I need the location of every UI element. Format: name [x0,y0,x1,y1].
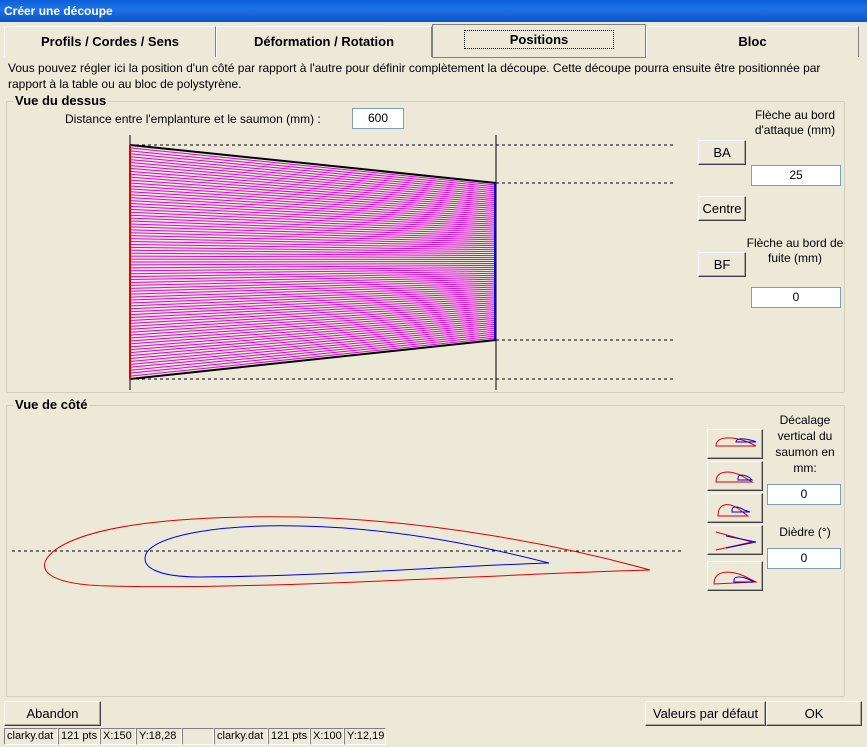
hatch-line [129,229,497,241]
centre-button[interactable]: Centre [698,196,746,221]
side-view-title: Vue de côté [13,397,90,412]
cancel-button[interactable]: Abandon [4,701,101,726]
align-chord-icon[interactable] [707,525,763,555]
align-leading-edge-icon[interactable] [707,429,763,459]
leading-edge-label: Flèche au bord d'attaque (mm) [754,108,836,137]
ok-button[interactable]: OK [766,701,862,726]
dihedral-input[interactable]: 0 [767,548,841,569]
align-trailing-edge-icon[interactable] [707,461,763,491]
hatch-line [129,261,497,263]
align-bottom-icon[interactable] [707,561,763,591]
status-right-file: clarky.dat [214,728,268,745]
status-left-file: clarky.dat [4,728,58,745]
status-right-pts: 121 pts [268,728,310,745]
hatch-line [129,327,497,362]
status-left-y: Y:18,28 [136,728,182,745]
hatch-line [129,335,497,374]
hatch-line [129,337,497,377]
status-right-y: Y:12,19 [344,728,386,745]
hatch-line [129,312,497,339]
wing-hatch [129,144,497,380]
dihedral-label: Dièdre (°) [779,525,831,539]
offset-label: Décalage vertical du saumon en mm: [775,413,835,475]
status-bar: clarky.dat 121 pts X:150 Y:18,28 clarky.… [0,727,867,747]
hatch-line [129,280,497,292]
bf-button[interactable]: BF [698,252,746,277]
status-right-x: X:100 [310,728,344,745]
hatch-line [129,147,497,186]
trailing-edge-input[interactable]: 0 [751,287,841,308]
status-spacer [182,728,214,745]
align-center-icon[interactable] [707,493,763,523]
hatch-line [129,255,497,259]
offset-input[interactable]: 0 [767,484,841,505]
status-left-pts: 121 pts [58,728,100,745]
trailing-edge-label: Flèche au bord de fuite (mm) [746,236,844,265]
ba-button[interactable]: BA [698,140,746,165]
leading-edge-input[interactable]: 25 [751,165,841,186]
hatch-line [129,262,497,266]
status-left-x: X:150 [100,728,136,745]
defaults-button[interactable]: Valeurs par défaut [645,701,766,726]
leading-edge-line [129,144,497,184]
